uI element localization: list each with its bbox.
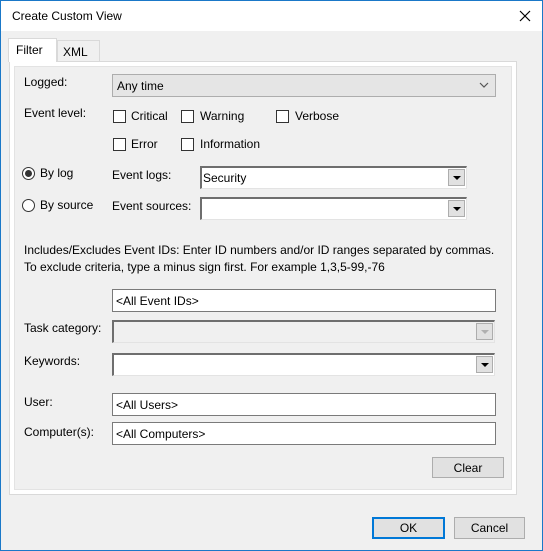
dropdown-arrow-icon: [480, 362, 489, 367]
tab-xml[interactable]: XML: [57, 40, 100, 62]
close-button[interactable]: [508, 1, 542, 31]
create-custom-view-dialog: Create Custom View Filter XML Logged: An…: [0, 0, 543, 551]
verbose-label: Verbose: [295, 109, 340, 123]
critical-checkbox[interactable]: [113, 110, 126, 123]
event-logs-label: Event logs:: [112, 168, 172, 182]
critical-label: Critical: [131, 109, 168, 123]
event-level-label: Event level:: [24, 106, 87, 120]
error-checkbox[interactable]: [113, 138, 126, 151]
title-bar: Create Custom View: [1, 1, 542, 31]
by-log-radio[interactable]: [22, 167, 35, 180]
keywords-label: Keywords:: [24, 354, 81, 368]
logged-value: Any time: [117, 79, 164, 93]
dropdown-arrow-icon: [480, 329, 489, 334]
warning-checkbox[interactable]: [181, 110, 194, 123]
clear-button[interactable]: Clear: [432, 457, 504, 478]
task-category-dropdown[interactable]: [112, 320, 495, 343]
event-logs-dropdown-button[interactable]: [448, 169, 465, 186]
warning-label: Warning: [200, 109, 245, 123]
by-source-label: By source: [40, 198, 94, 212]
information-label: Information: [200, 137, 261, 151]
tab-filter[interactable]: Filter: [8, 38, 57, 62]
close-icon: [519, 10, 531, 22]
task-category-dropdown-button[interactable]: [476, 323, 493, 340]
event-logs-value: Security: [203, 171, 247, 185]
error-label: Error: [131, 137, 158, 151]
information-checkbox[interactable]: [181, 138, 194, 151]
chevron-down-icon: [479, 82, 489, 88]
dropdown-arrow-icon: [452, 175, 461, 180]
dropdown-arrow-icon: [452, 206, 461, 211]
computers-input[interactable]: <All Computers>: [112, 422, 496, 445]
event-sources-dropdown-button[interactable]: [448, 200, 465, 217]
by-log-label: By log: [40, 166, 74, 180]
ok-button[interactable]: OK: [372, 517, 445, 539]
keywords-dropdown[interactable]: [112, 353, 495, 376]
event-sources-dropdown[interactable]: [200, 197, 467, 220]
dialog-title: Create Custom View: [12, 9, 122, 23]
logged-dropdown[interactable]: Any time: [112, 74, 496, 97]
computers-label: Computer(s):: [24, 425, 95, 439]
cancel-button[interactable]: Cancel: [454, 517, 525, 539]
logged-label: Logged:: [24, 75, 68, 89]
user-label: User:: [24, 395, 53, 409]
event-ids-description: Includes/Excludes Event IDs: Enter ID nu…: [24, 243, 495, 274]
radio-selected-dot: [25, 170, 32, 177]
task-category-label: Task category:: [24, 321, 102, 335]
by-source-radio[interactable]: [22, 199, 35, 212]
verbose-checkbox[interactable]: [276, 110, 289, 123]
user-input[interactable]: <All Users>: [112, 393, 496, 416]
event-ids-input[interactable]: <All Event IDs>: [112, 289, 496, 312]
event-logs-dropdown[interactable]: Security: [200, 166, 467, 189]
event-sources-label: Event sources:: [112, 199, 192, 213]
keywords-dropdown-button[interactable]: [476, 356, 493, 373]
